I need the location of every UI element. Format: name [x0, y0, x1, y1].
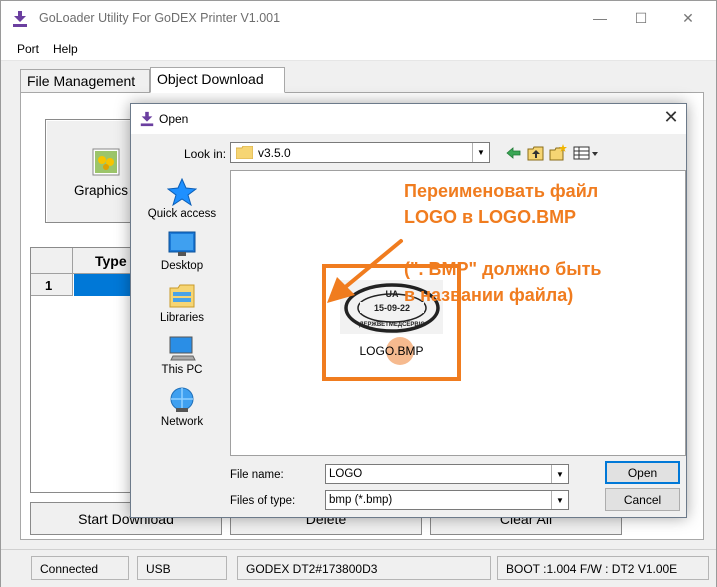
place-label: Network: [160, 416, 204, 428]
open-button[interactable]: Open: [605, 461, 680, 484]
place-this-pc[interactable]: This PC: [137, 334, 227, 376]
graphics-image-icon: [92, 148, 120, 176]
dialog-title-bar: Open ✕: [131, 104, 686, 134]
place-network[interactable]: Network: [137, 386, 227, 428]
dialog-title: Open: [159, 112, 189, 126]
open-dialog: Open ✕ Look in: v3.5.0 ▼ Quick access De…: [130, 103, 687, 518]
files-of-type-label: Files of type:: [230, 495, 296, 507]
file-name-value: LOGO: [329, 468, 363, 480]
tab-file-management[interactable]: File Management: [20, 69, 150, 93]
chevron-down-icon[interactable]: ▼: [551, 465, 568, 483]
place-desktop[interactable]: Desktop: [137, 230, 227, 272]
back-arrow-icon[interactable]: [505, 144, 523, 162]
computer-icon: [169, 336, 196, 361]
annotation-line-3: (". BMP" должно быть: [404, 259, 602, 279]
tab-object-download[interactable]: Object Download: [150, 67, 285, 93]
look-in-dropdown[interactable]: v3.5.0 ▼: [230, 142, 490, 163]
look-in-value: v3.5.0: [258, 146, 291, 160]
annotation-arrow-icon: [327, 239, 403, 303]
cancel-button[interactable]: Cancel: [605, 488, 680, 511]
status-printer: GODEX DT2#173800D3: [237, 556, 491, 580]
grid-type-header: Type: [95, 253, 127, 269]
file-name-label: File name:: [230, 469, 284, 481]
file-name-input[interactable]: LOGO ▼: [325, 464, 569, 484]
dialog-download-icon: [140, 111, 154, 127]
annotation-line-2: LOGO в LOGO.BMP: [404, 207, 577, 227]
place-label: Quick access: [147, 208, 217, 220]
menu-help[interactable]: Help: [53, 42, 78, 56]
place-quick-access[interactable]: Quick access: [137, 178, 227, 220]
up-folder-icon[interactable]: [527, 144, 545, 162]
places-bar: Quick access Desktop Libraries This PC N…: [137, 168, 227, 458]
title-bar: GoLoader Utility For GoDEX Printer V1.00…: [1, 1, 716, 35]
star-icon: [167, 178, 197, 206]
minimize-icon: —: [593, 10, 607, 26]
window-title: GoLoader Utility For GoDEX Printer V1.00…: [39, 11, 281, 25]
view-menu-icon[interactable]: [573, 144, 601, 162]
app-download-icon: [13, 11, 27, 27]
files-of-type-value: bmp (*.bmp): [329, 494, 393, 506]
file-name-caption: LOGO.BMP: [326, 337, 457, 365]
minimize-button[interactable]: —: [577, 1, 623, 35]
libraries-icon: [169, 284, 195, 308]
desktop-icon: [168, 231, 196, 256]
place-libraries[interactable]: Libraries: [137, 282, 227, 324]
status-firmware: BOOT :1.004 F/W : DT2 V1.00E: [497, 556, 709, 580]
folder-icon: [236, 146, 253, 159]
close-icon: ✕: [682, 9, 694, 26]
place-label: This PC: [161, 364, 203, 376]
network-icon: [170, 387, 194, 412]
annotation-line-1: Переименовать файл: [404, 181, 599, 201]
graphics-button[interactable]: Graphics: [45, 119, 137, 223]
chevron-down-icon[interactable]: ▼: [551, 491, 568, 509]
look-in-label: Look in:: [184, 147, 227, 161]
place-label: Libraries: [159, 312, 205, 324]
grid-row-number: 1: [31, 274, 73, 296]
close-button[interactable]: ✕: [665, 1, 711, 35]
menu-bar: Port Help: [1, 35, 716, 61]
maximize-icon: ☐: [634, 9, 648, 26]
graphics-label: Graphics: [74, 183, 129, 198]
files-of-type-dropdown[interactable]: bmp (*.bmp) ▼: [325, 490, 569, 510]
status-bar: Connected USB GODEX DT2#173800D3 BOOT :1…: [1, 549, 716, 587]
dialog-close-button[interactable]: ✕: [659, 107, 683, 128]
grid-corner: [31, 248, 73, 274]
menu-port[interactable]: Port: [17, 42, 39, 56]
file-name-text: LOGO.BMP: [359, 344, 424, 358]
status-connection: Connected: [31, 556, 129, 580]
maximize-button[interactable]: ☐: [618, 1, 664, 35]
new-folder-icon[interactable]: [549, 144, 567, 162]
chevron-down-icon[interactable]: ▼: [472, 143, 489, 162]
file-list[interactable]: UA 15-09-22 ДЕРЖВЕТМЕДСЕРВІС LOGO.BMP Пе…: [230, 170, 686, 456]
status-port: USB: [137, 556, 227, 580]
place-label: Desktop: [160, 260, 204, 272]
